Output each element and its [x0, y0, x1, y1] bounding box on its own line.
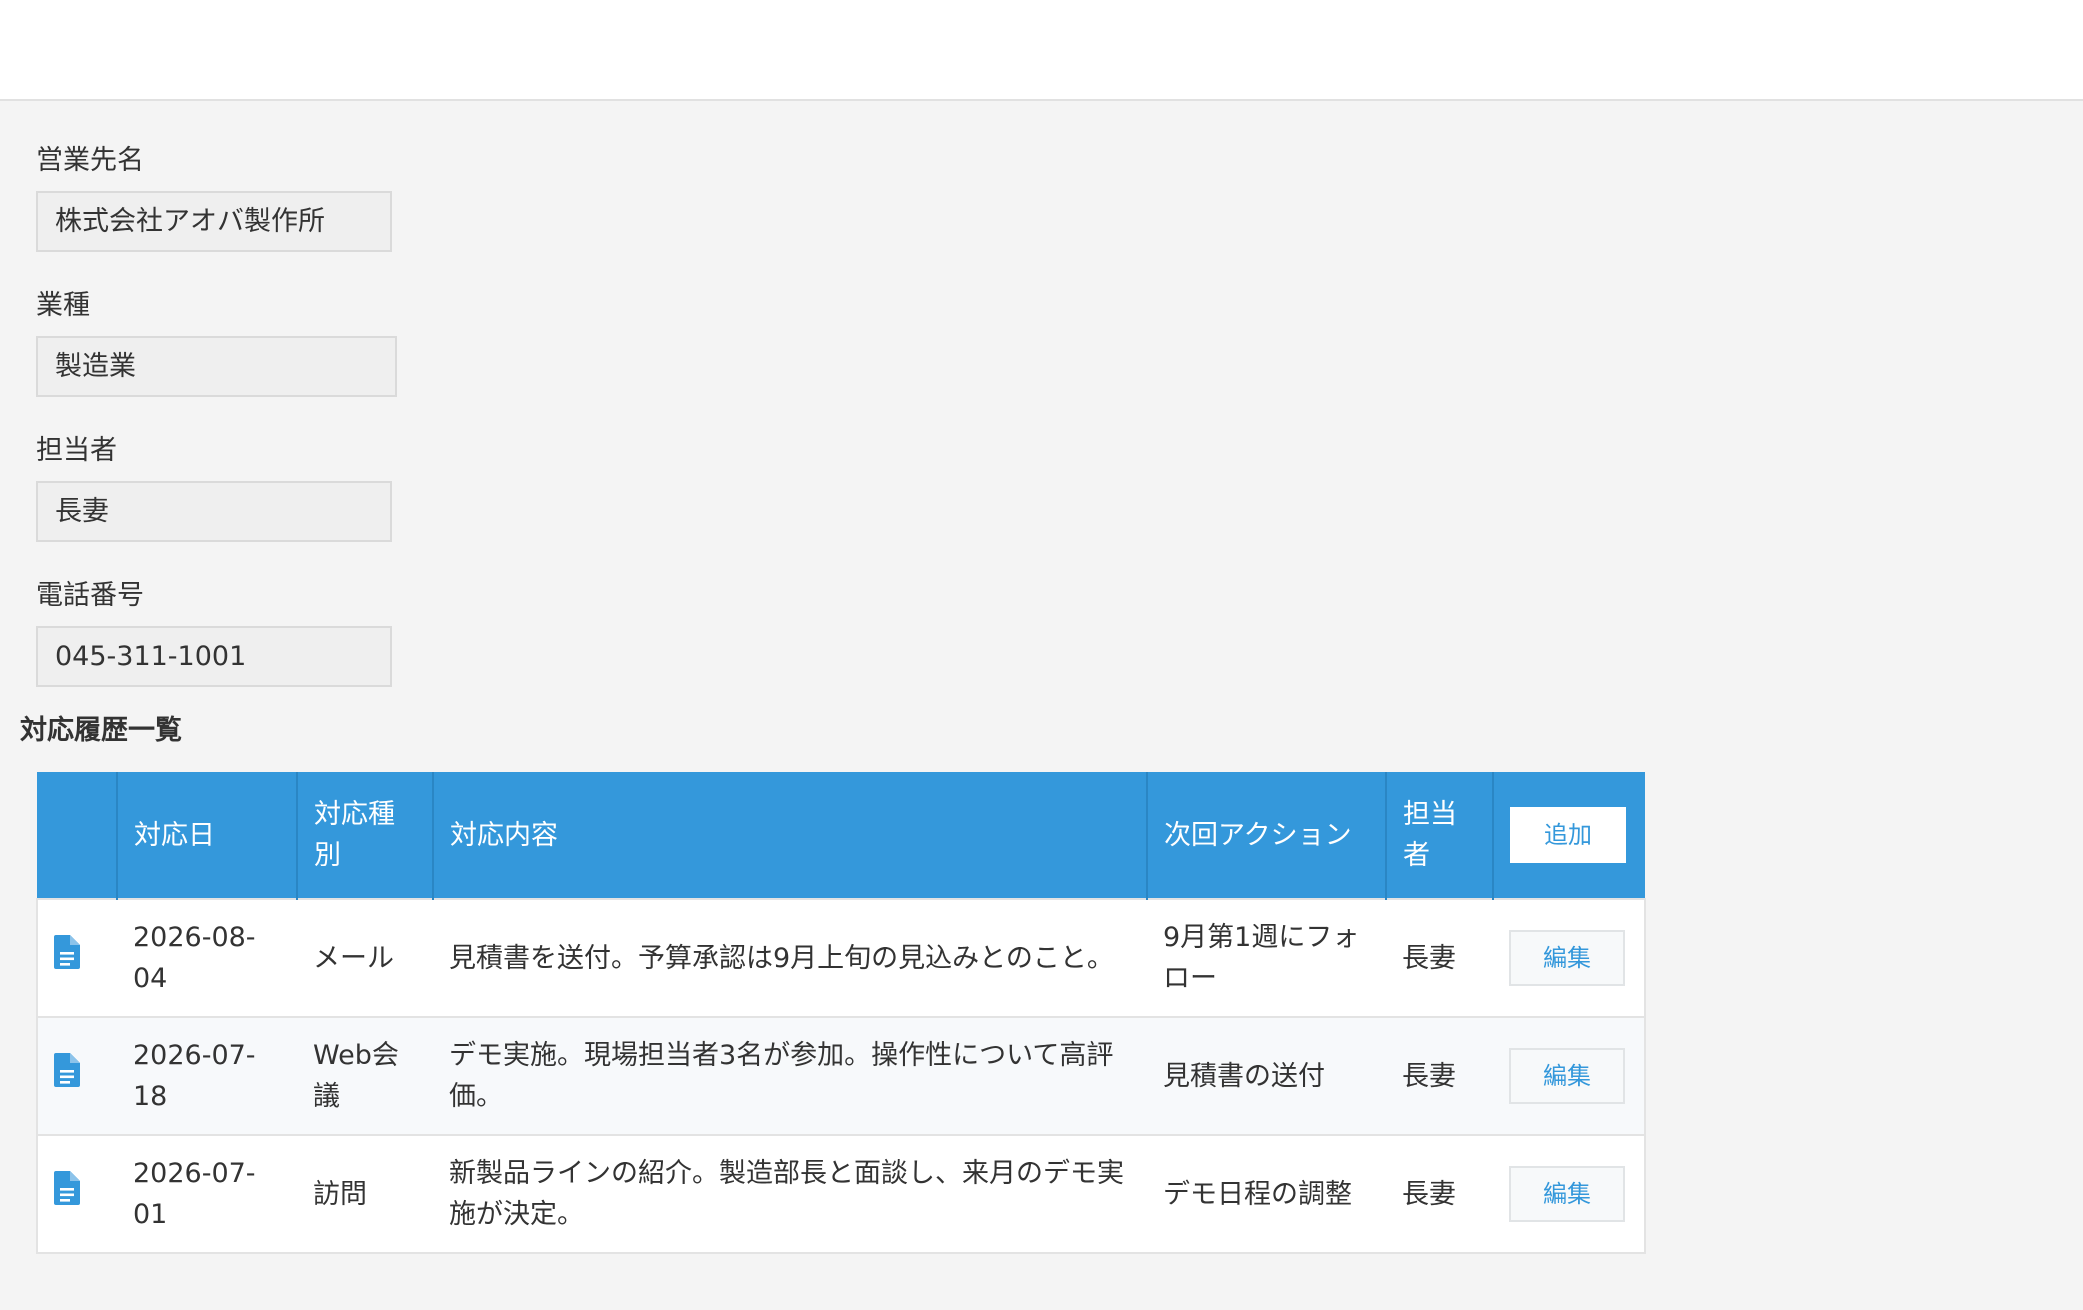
company-label: 営業先名 [36, 145, 144, 176]
owner-cell: 長妻 [1386, 1017, 1493, 1136]
next-action-cell: 9月第1週にフォロー [1147, 898, 1386, 1018]
header-action-col: 追加 [1493, 772, 1645, 899]
phone-field: 電話番号 045-311-1001 [36, 579, 397, 687]
owner-input[interactable]: 長妻 [36, 481, 392, 542]
owner-cell: 長妻 [1386, 898, 1493, 1018]
header-next-action: 次回アクション [1147, 772, 1387, 899]
industry-input[interactable]: 製造業 [36, 336, 397, 397]
header-icon-col [37, 772, 118, 899]
edit-button[interactable]: 編集 [1509, 930, 1625, 986]
header-date: 対応日 [117, 772, 298, 899]
type-cell: Web会議 [297, 1017, 433, 1136]
document-icon[interactable] [54, 1171, 80, 1205]
date-cell: 2026-07-18 [117, 1017, 297, 1136]
owner-cell: 長妻 [1386, 1135, 1493, 1254]
row-icon-cell [36, 898, 117, 1018]
content-cell: 新製品ラインの紹介。製造部長と面談し、来月のデモ実施が決定。 [433, 1135, 1147, 1254]
company-name-input[interactable]: 株式会社アオバ製作所 [36, 191, 392, 252]
next-action-cell: 見積書の送付 [1147, 1017, 1386, 1136]
row-icon-cell [36, 1017, 117, 1136]
next-action-cell: デモ日程の調整 [1147, 1135, 1386, 1254]
industry-field: 業種 製造業 [36, 289, 397, 397]
document-icon[interactable] [54, 935, 80, 969]
content-cell: 見積書を送付。予算承認は9月上旬の見込みとのこと。 [433, 898, 1147, 1018]
header-type: 対応種別 [297, 772, 434, 899]
header-owner: 担当者 [1386, 772, 1494, 899]
phone-input[interactable]: 045-311-1001 [36, 626, 392, 687]
table-header-row: 対応日 対応種別 対応内容 次回アクション 担当者 追加 [37, 772, 1645, 899]
table-row: 2026-07-01 訪問 新製品ラインの紹介。製造部長と面談し、来月のデモ実施… [36, 1135, 1646, 1254]
owner-field: 担当者 長妻 [36, 434, 397, 542]
action-cell: 編集 [1493, 898, 1646, 1018]
company-field: 営業先名 株式会社アオバ製作所 [36, 144, 397, 252]
table-row: 2026-07-18 Web会議 デモ実施。現場担当者3名が参加。操作性について… [36, 1017, 1646, 1136]
content-cell: デモ実施。現場担当者3名が参加。操作性について高評価。 [433, 1017, 1147, 1136]
industry-label: 業種 [36, 290, 90, 321]
date-cell: 2026-08-04 [117, 898, 297, 1018]
type-cell: 訪問 [297, 1135, 433, 1254]
action-cell: 編集 [1493, 1135, 1646, 1254]
type-cell: メール [297, 898, 433, 1018]
date-cell: 2026-07-01 [117, 1135, 297, 1254]
action-cell: 編集 [1493, 1017, 1646, 1136]
edit-button[interactable]: 編集 [1509, 1166, 1625, 1222]
edit-button[interactable]: 編集 [1509, 1048, 1625, 1104]
customer-form: 営業先名 株式会社アオバ製作所 業種 製造業 担当者 長妻 電話番号 045-3… [36, 144, 397, 724]
document-icon[interactable] [54, 1053, 80, 1087]
phone-label: 電話番号 [36, 580, 144, 611]
history-section-title: 対応履歴一覧 [20, 715, 182, 746]
add-button[interactable]: 追加 [1510, 807, 1626, 863]
history-table: 対応日 対応種別 対応内容 次回アクション 担当者 追加 2026-08-04 [36, 772, 1646, 1254]
owner-label: 担当者 [36, 435, 117, 466]
header-content: 対応内容 [433, 772, 1148, 899]
table-row: 2026-08-04 メール 見積書を送付。予算承認は9月上旬の見込みとのこと。… [36, 898, 1646, 1018]
row-icon-cell [36, 1135, 117, 1254]
top-bar [0, 0, 2083, 101]
